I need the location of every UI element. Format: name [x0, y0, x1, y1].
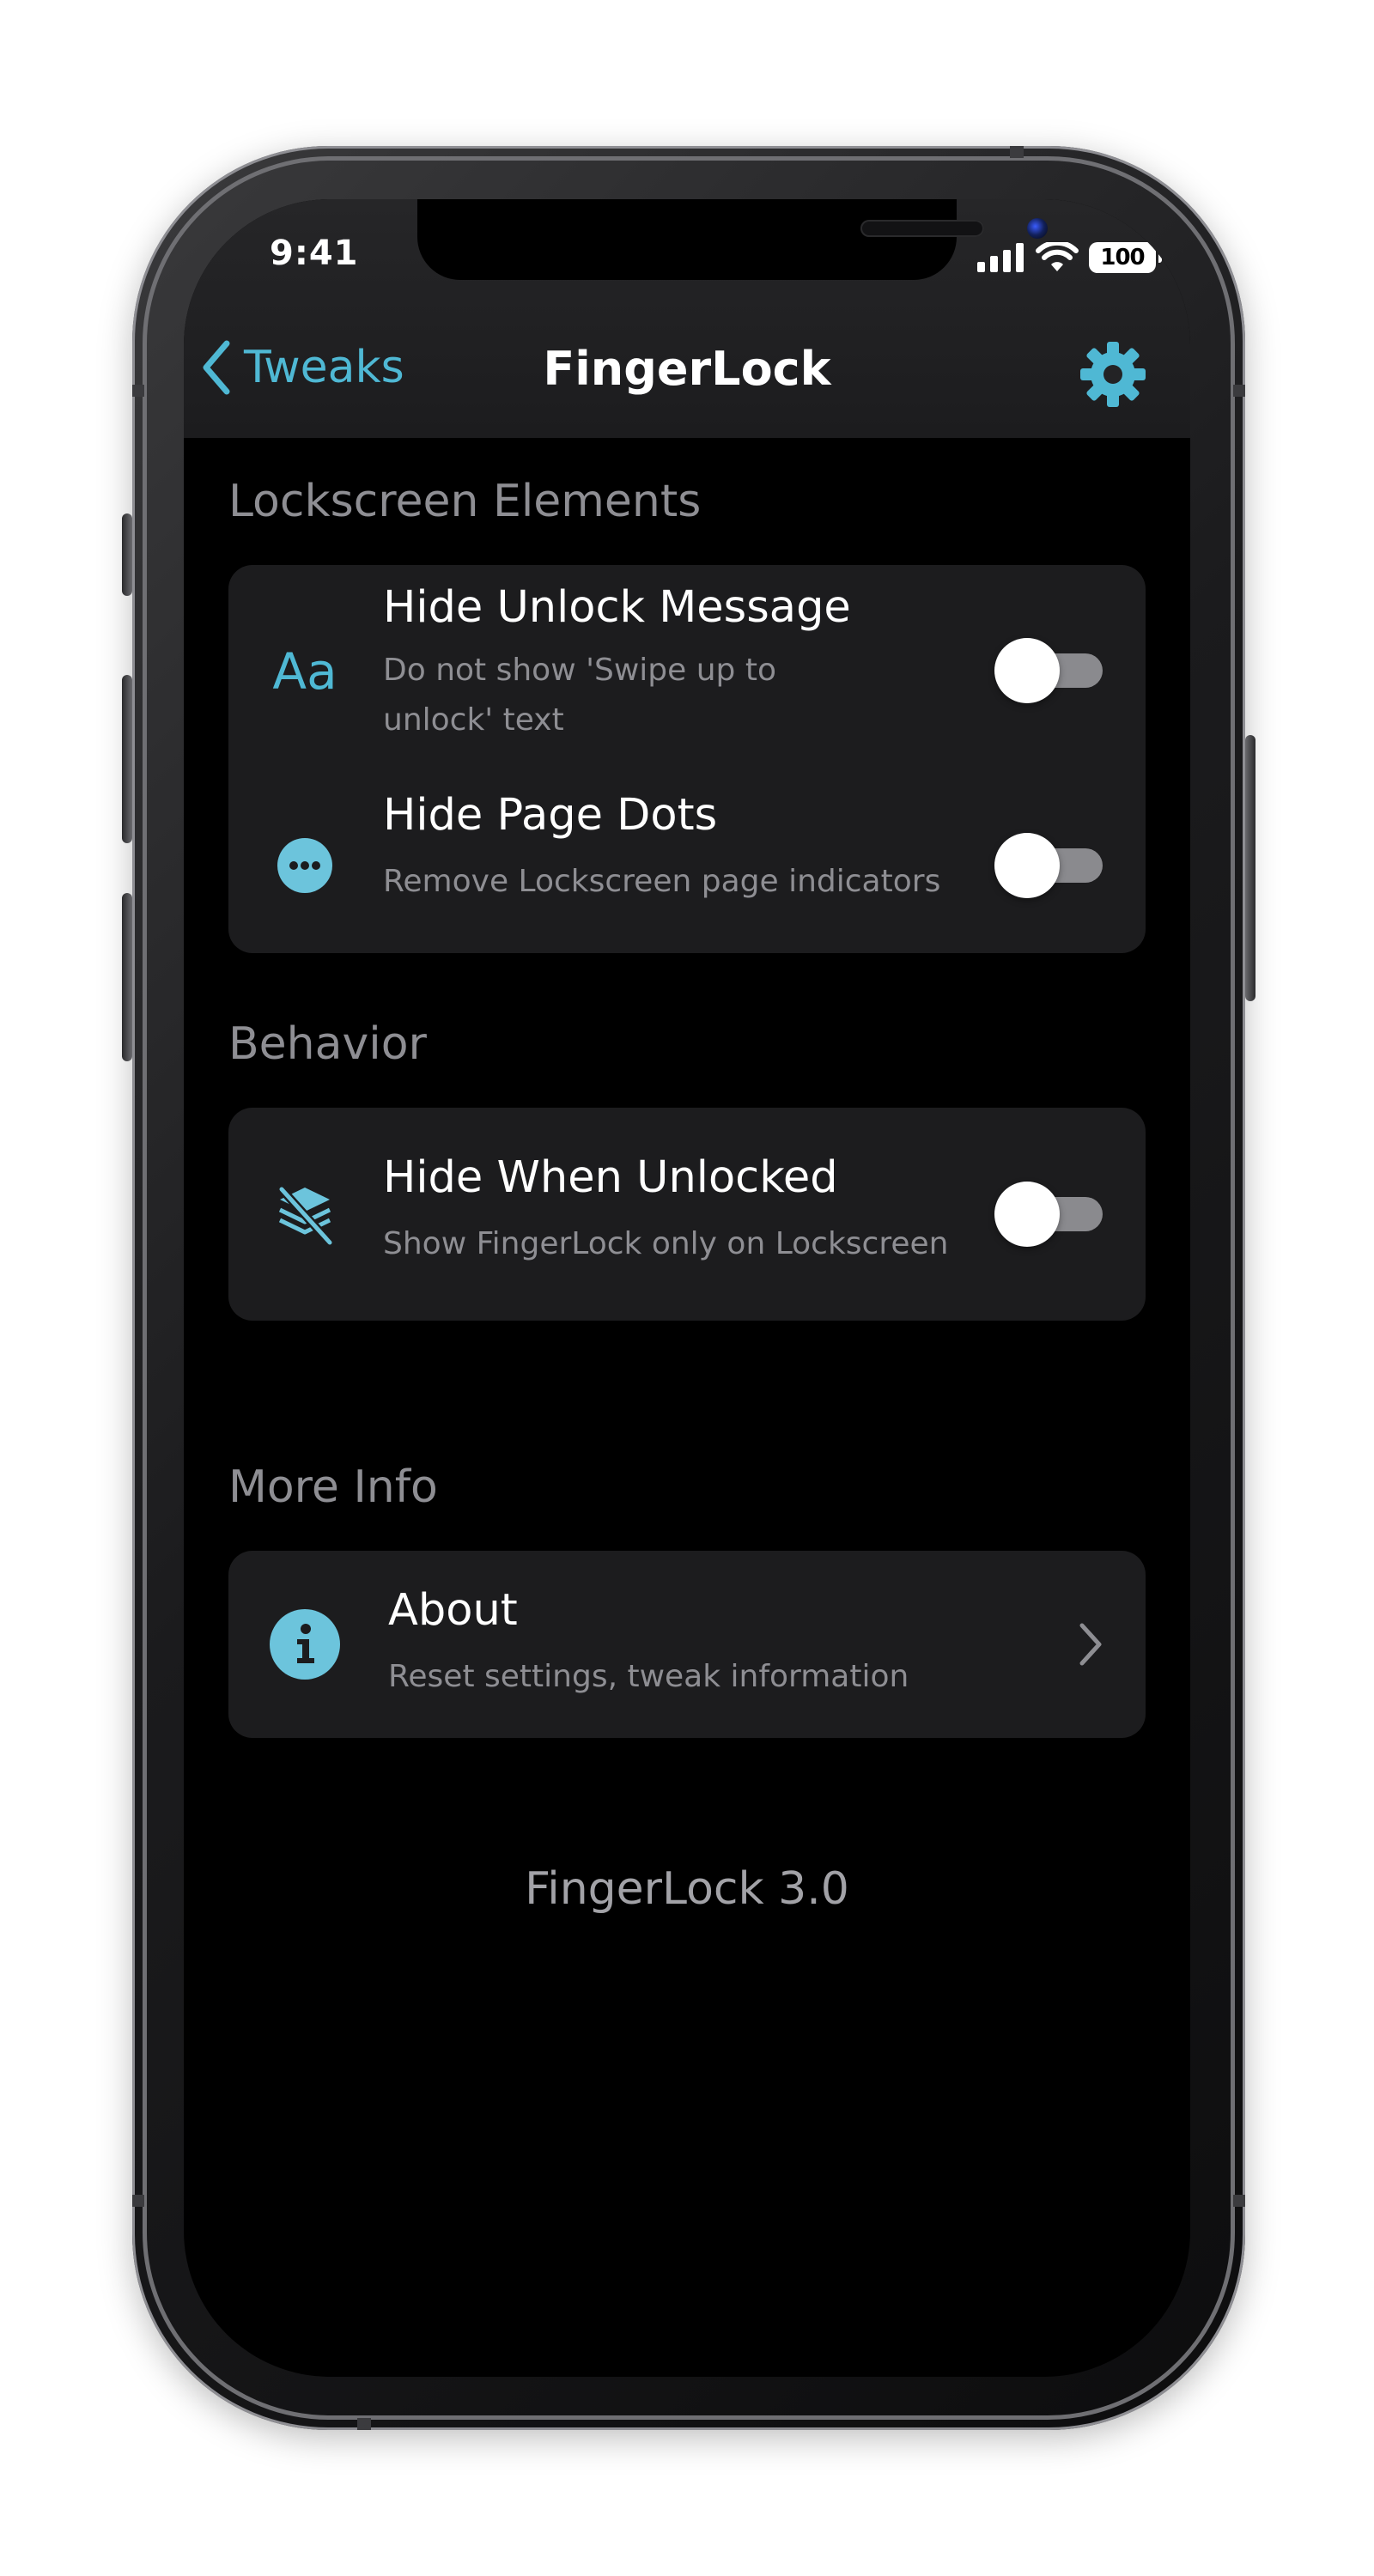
- hide-unlock-message-title: Hide Unlock Message: [383, 582, 851, 633]
- about-subtitle: Reset settings, tweak information: [388, 1659, 909, 1694]
- chevron-right-icon: [1079, 1623, 1102, 1666]
- antenna-band: [1010, 146, 1024, 158]
- about-title: About: [388, 1585, 518, 1636]
- hide-when-unlocked-toggle[interactable]: [994, 1182, 1103, 1247]
- battery-indicator: 100: [1089, 242, 1162, 273]
- status-time: 9:41: [270, 234, 359, 273]
- back-button-label: Tweaks: [244, 342, 404, 393]
- toggle-knob: [994, 833, 1060, 898]
- chevron-left-icon: [203, 340, 230, 395]
- hide-page-dots-title: Hide Page Dots: [383, 790, 718, 841]
- volume-up-button: [122, 675, 132, 843]
- gear-icon: [1080, 342, 1146, 407]
- hide-when-unlocked-subtitle: Show FingerLock only on Lockscreen: [383, 1226, 949, 1261]
- about-row[interactable]: About Reset settings, tweak information: [228, 1551, 1146, 1738]
- hide-unlock-message-subtitle-line1: Do not show 'Swipe up to: [383, 653, 776, 688]
- hide-when-unlocked-row: Hide When Unlocked Show FingerLock only …: [228, 1108, 1146, 1321]
- section-header-more-info: More Info: [228, 1461, 438, 1513]
- antenna-band: [1233, 385, 1245, 397]
- ellipsis-circle-icon: [266, 824, 344, 907]
- text-format-icon: Aa: [266, 630, 344, 713]
- antenna-band: [132, 2195, 144, 2207]
- silent-switch: [122, 513, 132, 596]
- ellipsis-circle-glyph: [277, 838, 332, 893]
- lockscreen-elements-card: Aa Hide Unlock Message Do not show 'Swip…: [228, 565, 1146, 953]
- hide-page-dots-toggle[interactable]: [994, 833, 1103, 898]
- behavior-card: Hide When Unlocked Show FingerLock only …: [228, 1108, 1146, 1321]
- wifi-icon: [1036, 242, 1079, 271]
- status-icons: 100: [977, 242, 1162, 273]
- back-button[interactable]: Tweaks: [201, 333, 404, 402]
- info-circle-icon: [266, 1603, 344, 1686]
- section-header-lockscreen-elements: Lockscreen Elements: [228, 476, 702, 527]
- volume-down-button: [122, 893, 132, 1061]
- hide-unlock-message-subtitle-line2: unlock' text: [383, 702, 564, 738]
- power-button: [1245, 735, 1255, 1001]
- layers-slash-glyph: [278, 1186, 333, 1246]
- notch: [417, 199, 1048, 280]
- phone-screen: 9:41 100 Tweaks FingerLock Lockscreen El…: [184, 199, 1190, 2377]
- earpiece-speaker: [860, 220, 984, 237]
- hide-when-unlocked-title: Hide When Unlocked: [383, 1152, 838, 1203]
- antenna-band: [1233, 2195, 1245, 2207]
- toggle-knob: [994, 638, 1060, 703]
- text-format-glyph: Aa: [272, 642, 337, 701]
- hide-unlock-message-row: Aa Hide Unlock Message Do not show 'Swip…: [228, 565, 1146, 781]
- toggle-knob: [994, 1182, 1060, 1247]
- section-header-behavior: Behavior: [228, 1018, 427, 1070]
- version-label: FingerLock 3.0: [525, 1863, 849, 1915]
- settings-button[interactable]: [1079, 340, 1147, 409]
- hide-unlock-message-toggle[interactable]: [994, 638, 1103, 703]
- front-camera: [1027, 218, 1048, 239]
- antenna-band: [357, 2418, 371, 2430]
- info-circle-glyph: [270, 1609, 340, 1680]
- more-info-card: About Reset settings, tweak information: [228, 1551, 1146, 1738]
- cellular-signal-icon: [977, 243, 1024, 272]
- hide-page-dots-subtitle: Remove Lockscreen page indicators: [383, 864, 941, 899]
- layers-slash-icon: [266, 1173, 344, 1255]
- antenna-band: [132, 385, 144, 397]
- hide-page-dots-row: Hide Page Dots Remove Lockscreen page in…: [228, 781, 1146, 953]
